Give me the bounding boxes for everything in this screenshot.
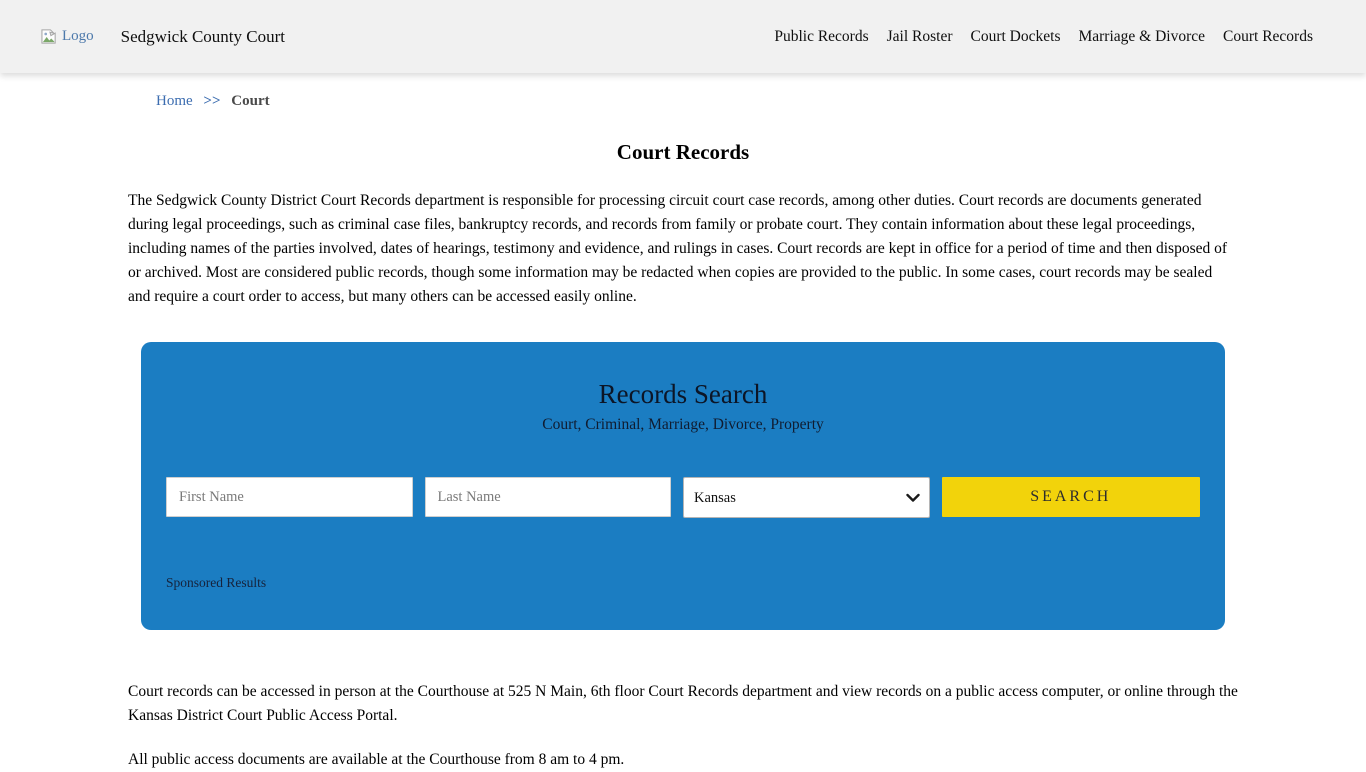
breadcrumb-current: Court (231, 93, 269, 109)
state-select[interactable]: Kansas (683, 477, 930, 518)
site-header: Logo Sedgwick County Court Public Record… (0, 0, 1366, 73)
nav-jail-roster[interactable]: Jail Roster (887, 28, 953, 46)
search-panel-subtitle: Court, Criminal, Marriage, Divorce, Prop… (166, 416, 1200, 434)
breadcrumb-separator: >> (203, 93, 220, 109)
outro-paragraph-access: Court records can be accessed in person … (128, 680, 1238, 728)
nav-court-dockets[interactable]: Court Dockets (971, 28, 1061, 46)
nav-public-records[interactable]: Public Records (774, 28, 868, 46)
outro-paragraph-hours: All public access documents are availabl… (128, 748, 1238, 772)
records-search-panel: Records Search Court, Criminal, Marriage… (141, 342, 1225, 630)
site-title: Sedgwick County Court (121, 27, 285, 47)
main-nav: Public Records Jail Roster Court Dockets… (774, 28, 1313, 46)
search-form: Kansas SEARCH (166, 477, 1200, 518)
logo-link[interactable]: Logo (40, 28, 94, 45)
main-content: Court Records The Sedgwick County Distri… (128, 140, 1238, 772)
breadcrumb-home-link[interactable]: Home (156, 93, 193, 109)
broken-image-icon: Logo (40, 28, 94, 45)
nav-court-records[interactable]: Court Records (1223, 28, 1313, 46)
nav-marriage-divorce[interactable]: Marriage & Divorce (1078, 28, 1205, 46)
first-name-input[interactable] (166, 477, 413, 517)
search-panel-title: Records Search (166, 378, 1200, 410)
sponsored-results-label: Sponsored Results (166, 575, 1200, 591)
last-name-input[interactable] (425, 477, 672, 517)
logo-alt-text: Logo (62, 29, 94, 44)
breadcrumb: Home >> Court (156, 93, 1366, 110)
search-button[interactable]: SEARCH (942, 477, 1201, 517)
intro-paragraph: The Sedgwick County District Court Recor… (128, 189, 1238, 309)
page-title: Court Records (128, 140, 1238, 165)
